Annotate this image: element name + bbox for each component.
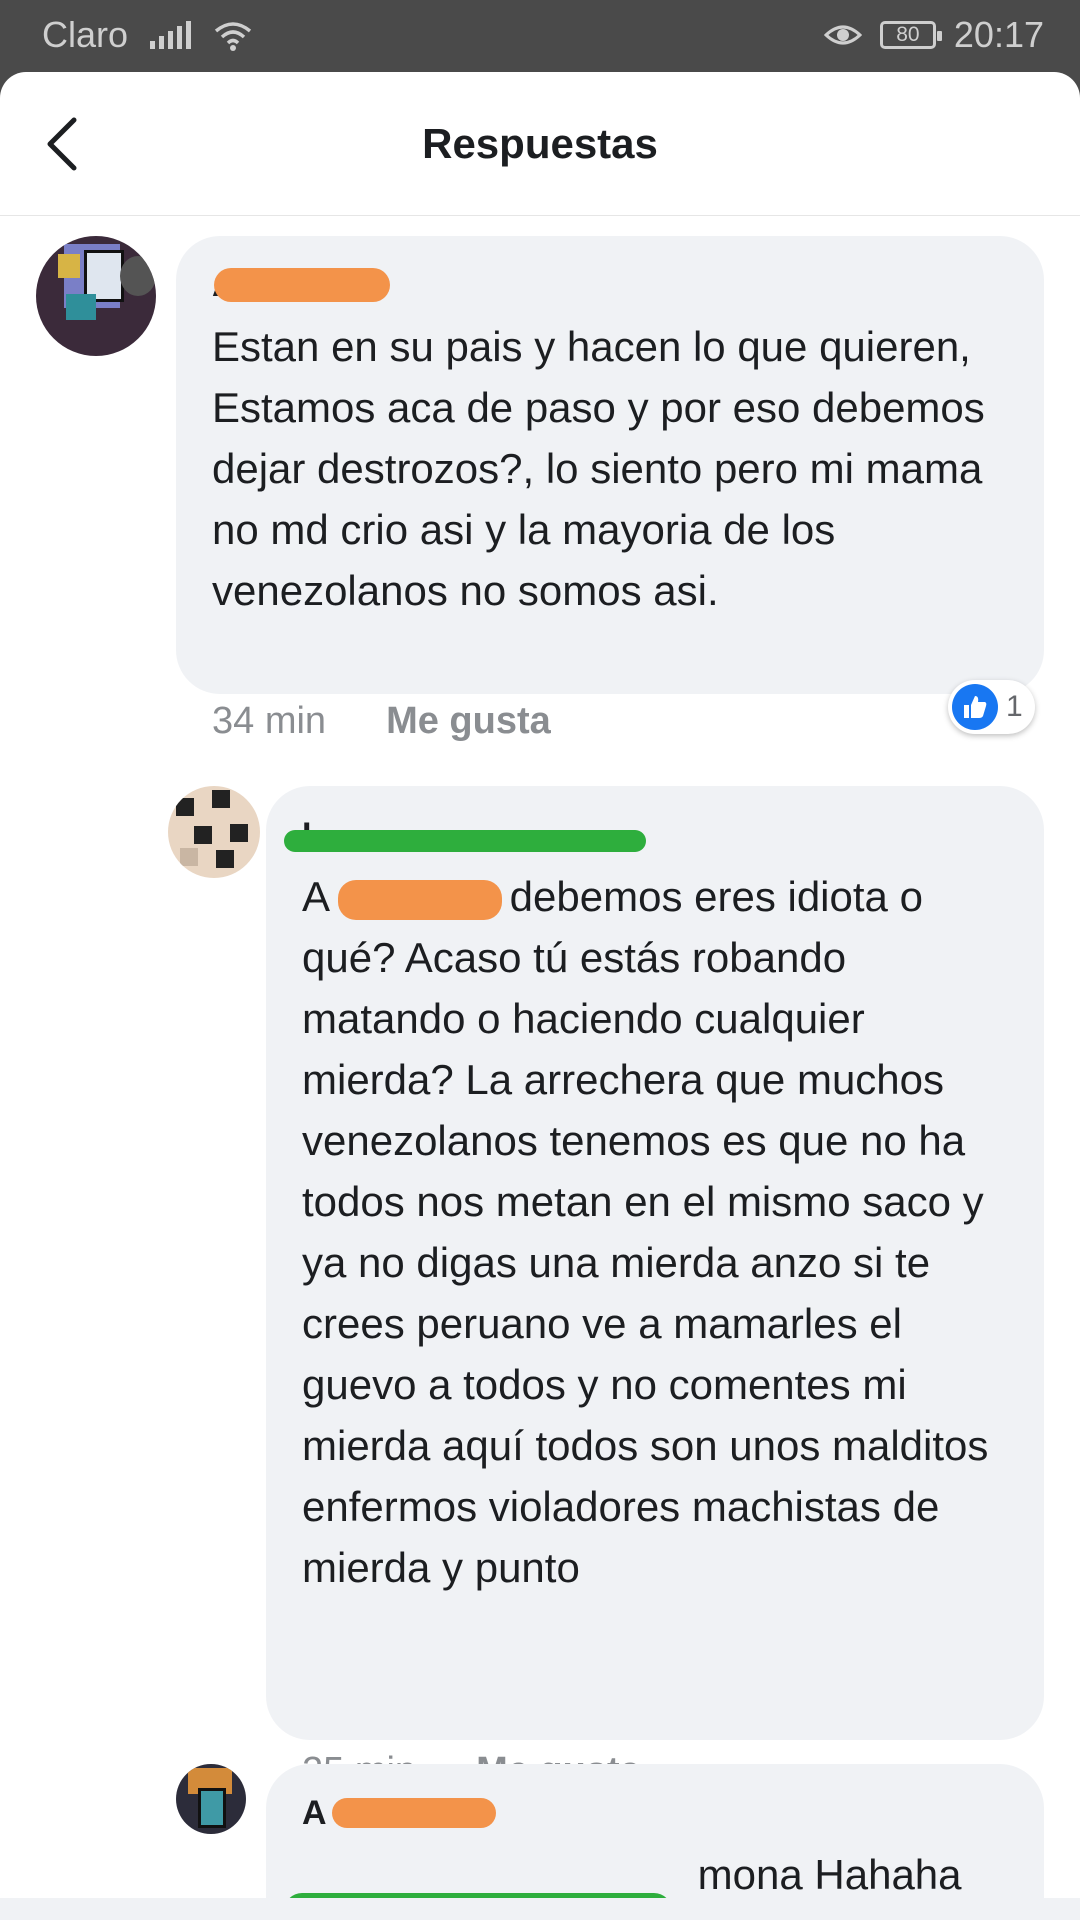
wifi-icon (214, 22, 252, 51)
battery-level: 80 (896, 23, 920, 46)
avatar[interactable] (36, 236, 156, 356)
comment-bubble[interactable]: L A debemos eres idiota o qué? Acaso tú … (266, 786, 1044, 1740)
reaction-badge[interactable]: 1 (948, 680, 1035, 734)
redaction-mark (332, 1798, 496, 1828)
comment-author[interactable]: L (284, 816, 1008, 860)
reaction-count: 1 (1006, 690, 1023, 723)
battery-icon: 80 (879, 21, 942, 49)
comment-text: Estan en su pais y hacen lo que quieren,… (212, 323, 985, 614)
redaction-mark (338, 880, 502, 920)
bottom-edge (0, 1898, 1080, 1920)
comment-meta: 34 min Me gusta (212, 700, 551, 743)
redaction-mark (284, 830, 646, 852)
cell-signal-icon (150, 21, 192, 49)
comment-time: 34 min (212, 700, 327, 742)
avatar[interactable] (176, 1764, 246, 1834)
clock: 20:17 (953, 14, 1044, 55)
eye-comfort-icon (823, 25, 862, 45)
comment-text: A debemos eres idiota o qué? Acaso tú es… (302, 866, 1008, 1598)
redaction-mark (214, 268, 390, 302)
replies-sheet: Respuestas A Estan en su pais y hacen lo… (0, 72, 1080, 1920)
thumbs-up-icon (952, 684, 998, 730)
comment-author[interactable]: A (212, 266, 1008, 310)
comment-bubble[interactable]: A mona Hahaha mal (266, 1764, 1044, 1920)
mentioned-user[interactable]: A (302, 866, 502, 927)
page-title: Respuestas (422, 120, 658, 167)
carrier-label: Claro (42, 14, 129, 55)
like-button[interactable]: Me gusta (386, 700, 551, 743)
status-bar: Claro 80 20:17 (0, 0, 1080, 72)
comment-bubble[interactable]: A Estan en su pais y hacen lo que quiere… (176, 236, 1044, 694)
header: Respuestas (0, 72, 1080, 216)
avatar[interactable] (168, 786, 260, 878)
comment-author[interactable]: A (302, 1794, 1008, 1838)
